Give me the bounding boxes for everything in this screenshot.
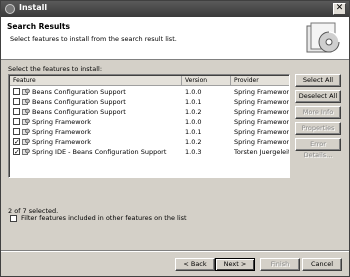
feature-name: Spring Framework xyxy=(32,138,92,146)
filter-checkbox-label[interactable]: Filter features included in other featur… xyxy=(21,214,187,222)
table-row[interactable]: Spring Framework 1.0.0 Spring Framework ..… xyxy=(10,117,290,127)
feature-version: 1.0.0 xyxy=(185,118,202,126)
feature-name: Spring Framework xyxy=(32,118,92,126)
feature-provider: Spring Framework ... xyxy=(234,128,290,136)
error-details-button[interactable]: Error Details... xyxy=(295,138,341,159)
install-wizard-icon xyxy=(306,22,340,53)
feature-provider: Spring Framework ... xyxy=(234,88,290,96)
column-header-feature[interactable]: Feature xyxy=(10,76,182,86)
feature-checkbox[interactable] xyxy=(13,128,20,135)
feature-checkbox-checked[interactable]: ✓ xyxy=(13,138,20,146)
table-row[interactable]: ✓ Spring Framework 1.0.2 Spring Framework .… xyxy=(10,137,290,147)
eclipse-icon xyxy=(5,4,15,14)
page-description: Select features to install from the sear… xyxy=(10,35,177,43)
close-button[interactable]: ✕ xyxy=(333,3,346,15)
wizard-banner: Search Results Select features to instal… xyxy=(1,17,349,60)
feature-name: Beans Configuration Support xyxy=(32,108,126,116)
feature-provider: Spring Framework ... xyxy=(234,138,290,146)
column-header-version[interactable]: Version xyxy=(182,76,231,86)
feature-name: Spring Framework xyxy=(32,128,92,136)
table-body: Beans Configuration Support 1.0.0 Spring F… xyxy=(10,87,290,157)
table-row[interactable]: Beans Configuration Support 1.0.1 Spring F… xyxy=(10,97,290,107)
feature-provider: Spring Framework ... xyxy=(234,118,290,126)
back-button[interactable]: < Back xyxy=(175,258,215,271)
table-row[interactable]: Spring Framework 1.0.1 Spring Framework ..… xyxy=(10,127,290,137)
features-prompt: Select the features to install: xyxy=(8,65,103,73)
feature-icon xyxy=(22,138,30,146)
feature-name: Beans Configuration Support xyxy=(32,88,126,96)
feature-name: Spring IDE - Beans Configuration Support xyxy=(32,148,167,156)
feature-version: 1.0.2 xyxy=(185,138,202,146)
cancel-button[interactable]: Cancel xyxy=(302,258,342,271)
feature-version: 1.0.1 xyxy=(185,128,202,136)
feature-provider: Torsten Juergeleit xyxy=(234,148,290,156)
deselect-all-button[interactable]: Deselect All xyxy=(295,90,341,103)
window-title: Install xyxy=(19,3,48,12)
table-row[interactable]: Beans Configuration Support 1.0.0 Spring F… xyxy=(10,87,290,97)
feature-checkbox-checked[interactable]: ✓ xyxy=(13,148,20,156)
feature-provider: Spring Framework ... xyxy=(234,108,290,116)
page-title: Search Results xyxy=(7,22,70,31)
install-dialog: Install ✕ Search Results Select features… xyxy=(0,0,350,277)
button-bar-divider xyxy=(1,250,349,252)
feature-icon xyxy=(22,88,30,96)
feature-icon xyxy=(22,128,30,136)
feature-checkbox[interactable] xyxy=(13,118,20,125)
feature-version: 1.0.0 xyxy=(185,88,202,96)
table-row[interactable]: ✓ Spring IDE - Beans Configuration Suppor… xyxy=(10,147,290,157)
feature-icon xyxy=(22,118,30,126)
feature-checkbox[interactable] xyxy=(13,88,20,95)
feature-icon xyxy=(22,148,30,156)
feature-checkbox[interactable] xyxy=(13,108,20,115)
features-table[interactable]: Feature Version Provider Beans Configura… xyxy=(8,74,290,178)
feature-version: 1.0.1 xyxy=(185,98,202,106)
feature-checkbox[interactable] xyxy=(13,98,20,105)
column-header-provider[interactable]: Provider xyxy=(231,76,289,86)
feature-version: 1.0.3 xyxy=(185,148,202,156)
filter-checkbox[interactable] xyxy=(10,215,17,222)
feature-version: 1.0.2 xyxy=(185,108,202,116)
finish-button[interactable]: Finish xyxy=(260,258,300,271)
table-row[interactable]: Beans Configuration Support 1.0.2 Spring F… xyxy=(10,107,290,117)
feature-provider: Spring Framework ... xyxy=(234,98,290,106)
properties-button[interactable]: Properties xyxy=(295,122,341,135)
feature-icon xyxy=(22,108,30,116)
table-header: Feature Version Provider xyxy=(10,76,289,86)
next-button[interactable]: Next > xyxy=(215,258,255,271)
feature-icon xyxy=(22,98,30,106)
feature-name: Beans Configuration Support xyxy=(32,98,126,106)
close-icon: ✕ xyxy=(335,3,344,13)
title-bar: Install ✕ xyxy=(1,1,349,17)
select-all-button[interactable]: Select All xyxy=(295,74,341,87)
more-info-button[interactable]: More Info xyxy=(295,106,341,119)
